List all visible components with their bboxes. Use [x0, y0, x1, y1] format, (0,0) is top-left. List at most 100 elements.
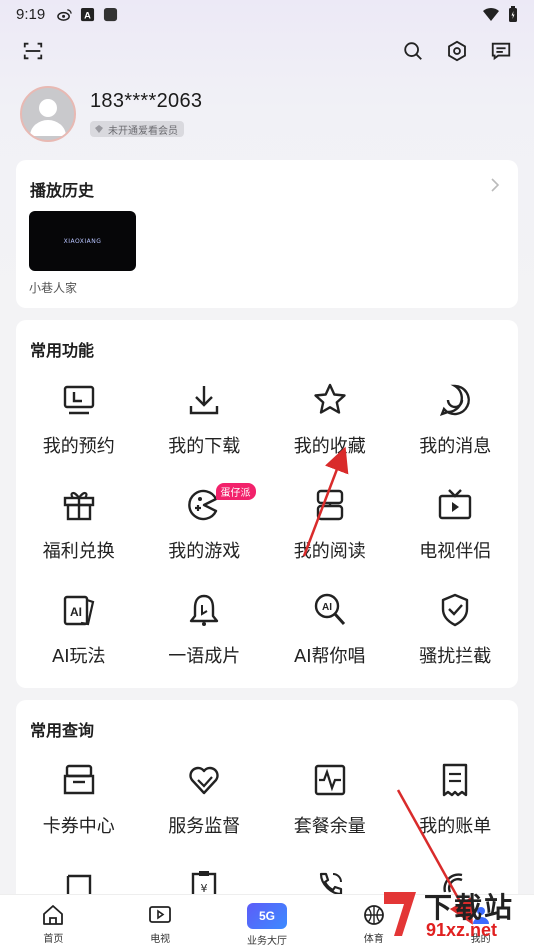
function-label: AI玩法: [51, 646, 106, 667]
svg-text:AI: AI: [70, 605, 82, 619]
nav-home[interactable]: 首页: [0, 895, 107, 950]
query-item-partial[interactable]: [267, 870, 393, 896]
status-system-icons: [482, 5, 518, 23]
function-item[interactable]: 我的阅读: [267, 483, 393, 588]
function-label: AI帮你唱: [293, 646, 366, 667]
svg-text:AI: AI: [322, 602, 332, 613]
function-item[interactable]: AI AI帮你唱: [267, 588, 393, 693]
status-bar: 9:19 A: [0, 0, 534, 28]
query-item[interactable]: 服务监督: [142, 758, 268, 863]
function-item[interactable]: 我的下载: [142, 378, 268, 483]
common-functions-card: 常用功能 我的预约 我的下载 我的收藏 我的消息 福利兑换 蛋仔派 我的游戏 我…: [16, 320, 518, 688]
query-item-partial[interactable]: ¥: [142, 870, 268, 896]
search-icon: [404, 42, 422, 60]
play-history-title: 播放历史: [30, 181, 95, 200]
scan-button[interactable]: [16, 34, 50, 68]
function-item[interactable]: 我的收藏: [267, 378, 393, 483]
diamond-icon: [95, 125, 103, 133]
5g-icon: 5G: [246, 903, 287, 929]
status-time: 9:19: [16, 5, 46, 23]
watermark-url: 91xz.net: [426, 920, 498, 940]
status-notification-icons: A: [57, 7, 118, 22]
nav-business-hall[interactable]: 5G 业务大厅: [214, 895, 321, 950]
ai-mic-icon: AI: [314, 593, 345, 626]
function-item[interactable]: 电视伴侣: [393, 483, 519, 588]
search-button[interactable]: [396, 34, 430, 68]
site-watermark: 下载站 91xz.net: [380, 886, 530, 948]
function-label: 我的下载: [168, 436, 241, 457]
nav-tv-label: 电视: [150, 934, 171, 945]
history-thumbnail[interactable]: XIAOXIANG: [29, 211, 136, 271]
query-item[interactable]: 套餐余量: [267, 758, 393, 863]
svg-text:A: A: [84, 10, 91, 20]
profile-header[interactable]: 183****2063 未开通爱看会员: [20, 86, 202, 142]
clipboard-yuan-icon: ¥: [192, 871, 217, 896]
query-label: 卡券中心: [42, 816, 115, 837]
function-item[interactable]: 骚扰拦截: [393, 588, 519, 693]
messages-button[interactable]: [484, 34, 518, 68]
settings-hexagon-icon: [448, 40, 466, 62]
function-item[interactable]: 蛋仔派 我的游戏: [142, 483, 268, 588]
functions-grid: 我的预约 我的下载 我的收藏 我的消息 福利兑换 蛋仔派 我的游戏 我的阅读 电…: [16, 378, 518, 693]
a-app-icon: A: [81, 7, 95, 21]
query-label: 套餐余量: [293, 816, 366, 837]
weibo-icon: [57, 8, 72, 21]
function-item[interactable]: 我的消息: [393, 378, 519, 483]
common-functions-title: 常用功能: [30, 341, 95, 360]
wifi-icon: [483, 7, 499, 21]
member-status-badge[interactable]: 未开通爱看会员: [90, 121, 184, 137]
default-avatar-icon: [30, 99, 66, 136]
tv-play-icon: [149, 906, 172, 923]
queries-grid: 卡券中心 服务监督 套餐余量 我的账单: [16, 758, 518, 863]
star-icon: [314, 383, 346, 414]
function-item[interactable]: 我的预约: [16, 378, 142, 483]
query-label: 服务监督: [168, 816, 241, 837]
user-phone: 183****2063: [90, 90, 203, 112]
function-label: 福利兑换: [42, 541, 115, 562]
function-label: 我的阅读: [293, 541, 366, 562]
query-label: 我的账单: [419, 816, 492, 837]
function-item[interactable]: 一语成片: [142, 588, 268, 693]
top-bar: [16, 34, 518, 68]
download-icon: [190, 386, 219, 415]
monitor-icon: [63, 385, 94, 415]
card-icon: [66, 874, 91, 896]
function-label: 我的消息: [419, 436, 492, 457]
settings-button[interactable]: [440, 34, 474, 68]
function-label: 一语成片: [168, 646, 241, 667]
bill-icon: [443, 763, 468, 797]
play-history-card: 播放历史 XIAOXIANG 小巷人家: [16, 160, 518, 308]
query-item-partial[interactable]: [16, 870, 142, 896]
nav-home-label: 首页: [43, 934, 64, 945]
scan-icon: [23, 42, 43, 60]
tv-icon: [439, 489, 472, 520]
ai-cards-icon: AI: [63, 595, 95, 626]
phone-call-icon: [319, 872, 342, 896]
function-item[interactable]: 福利兑换: [16, 483, 142, 588]
game-tag-badge: 蛋仔派: [215, 483, 256, 500]
query-item[interactable]: 卡券中心: [16, 758, 142, 863]
app-square-icon: [104, 7, 118, 21]
book-icon: [316, 489, 343, 521]
coupon-icon: [63, 764, 94, 795]
message-icon: [491, 42, 511, 61]
function-item[interactable]: AI AI玩法: [16, 588, 142, 693]
function-label: 电视伴侣: [419, 541, 492, 562]
query-item[interactable]: 我的账单: [393, 758, 519, 863]
bell-icon: [190, 594, 219, 626]
chevron-right-icon[interactable]: [488, 178, 502, 192]
avatar[interactable]: [20, 86, 76, 142]
gift-icon: [63, 492, 94, 521]
common-queries-title: 常用查询: [30, 721, 95, 740]
home-icon: [43, 905, 64, 925]
function-label: 我的收藏: [293, 436, 366, 457]
pulse-icon: [314, 764, 345, 796]
smile-icon: [440, 384, 471, 416]
battery-icon: [509, 5, 517, 22]
history-item-title[interactable]: 小巷人家: [29, 279, 77, 296]
nav-tv[interactable]: 电视: [107, 895, 214, 950]
member-status-label: 未开通爱看会员: [108, 125, 178, 137]
shield-icon: [442, 593, 469, 627]
function-label: 骚扰拦截: [419, 646, 492, 667]
nav-business-hall-label: 业务大厅: [246, 936, 287, 947]
